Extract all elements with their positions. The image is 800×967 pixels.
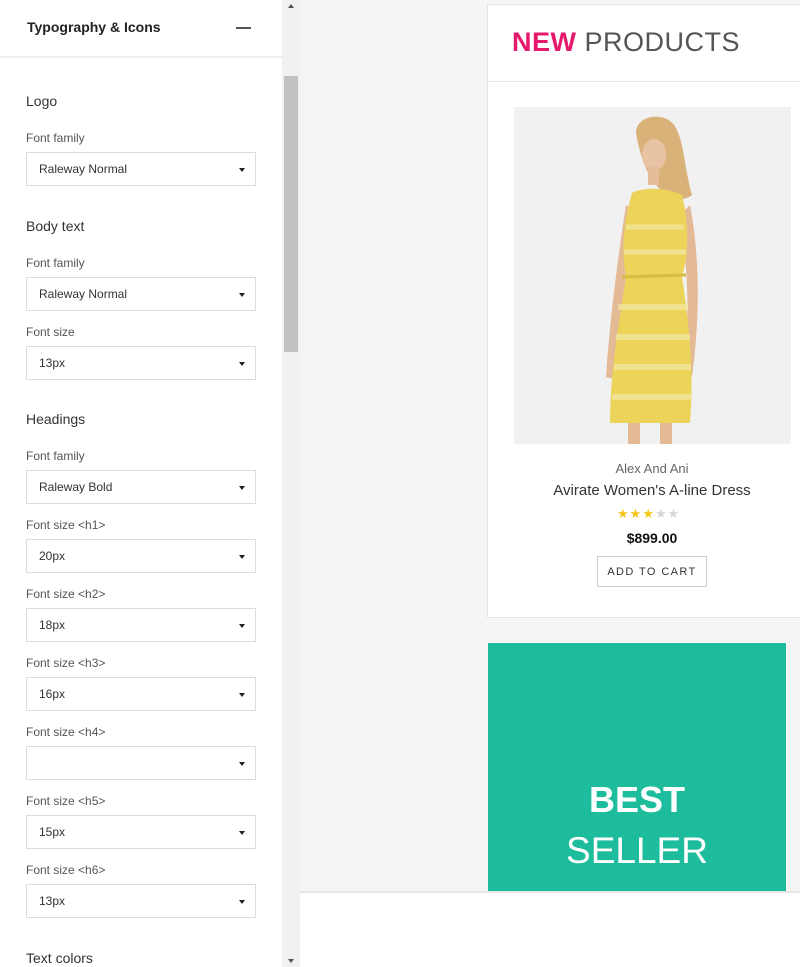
heading-accent: NEW (512, 27, 577, 57)
preview-footer-area (300, 891, 800, 967)
star-icon: ★ (617, 506, 630, 521)
chevron-down-icon (239, 293, 245, 297)
customizer-panel: Typography & Icons Logo Font family Rale… (0, 0, 282, 967)
panel-scrollbar[interactable] (282, 0, 300, 967)
panel-title: Typography & Icons (27, 19, 161, 35)
h6-font-size-label: Font size <h6> (26, 863, 106, 877)
section-heading: NEW PRODUCTS (512, 27, 740, 58)
h4-font-size-select[interactable] (26, 746, 256, 780)
star-icon: ★ (629, 506, 643, 521)
scrollbar-thumb[interactable] (284, 76, 298, 352)
star-icon: ★ (667, 506, 681, 521)
body-font-family-select[interactable]: Raleway Normal (26, 277, 256, 311)
chevron-down-icon (239, 486, 245, 490)
banner-line-2: SELLER (566, 830, 708, 871)
heading-rest: PRODUCTS (584, 27, 741, 57)
headings-font-family-select[interactable]: Raleway Bold (26, 470, 256, 504)
chevron-down-icon (239, 555, 245, 559)
chevron-down-icon (239, 900, 245, 904)
h3-font-size-label: Font size <h3> (26, 656, 106, 670)
product-card: Alex And Ani Avirate Women's A-line Dres… (487, 82, 800, 618)
select-value: 20px (39, 549, 66, 563)
chevron-down-icon (239, 168, 245, 172)
section-title-headings: Headings (26, 411, 86, 427)
product-brand[interactable]: Alex And Ani (488, 461, 800, 476)
section-title-text-colors: Text colors (26, 950, 93, 966)
section-title-body-text: Body text (26, 218, 85, 234)
panel-header[interactable]: Typography & Icons (0, 0, 282, 58)
select-value: Raleway Normal (39, 162, 128, 176)
scroll-down-arrow-icon[interactable] (288, 959, 294, 963)
star-icon: ★ (654, 506, 668, 521)
body-font-size-select[interactable]: 13px (26, 346, 256, 380)
rating-stars: ★★★★★ (617, 506, 680, 522)
star-icon: ★ (642, 506, 655, 521)
new-products-header: NEW PRODUCTS (487, 4, 800, 82)
minus-icon[interactable] (236, 27, 251, 29)
h2-font-size-label: Font size <h2> (26, 587, 106, 601)
dress-model-illustration (606, 116, 698, 444)
select-value: Raleway Normal (39, 287, 128, 301)
scroll-up-arrow-icon[interactable] (288, 4, 294, 8)
select-value: 15px (39, 825, 66, 839)
select-value: Raleway Bold (39, 480, 113, 494)
h5-font-size-label: Font size <h5> (26, 794, 106, 808)
product-price: $899.00 (626, 530, 678, 546)
chevron-down-icon (239, 762, 245, 766)
h5-font-size-select[interactable]: 15px (26, 815, 256, 849)
select-value: 16px (39, 687, 66, 701)
h6-font-size-select[interactable]: 13px (26, 884, 256, 918)
h3-font-size-select[interactable]: 16px (26, 677, 256, 711)
body-font-family-label: Font family (26, 256, 85, 270)
chevron-down-icon (239, 624, 245, 628)
h2-font-size-select[interactable]: 18px (26, 608, 256, 642)
select-value: 13px (39, 356, 66, 370)
select-value: 13px (39, 894, 66, 908)
logo-font-family-label: Font family (26, 131, 85, 145)
body-font-size-label: Font size (26, 325, 75, 339)
chevron-down-icon (239, 693, 245, 697)
add-to-cart-button[interactable]: ADD TO CART (597, 556, 707, 587)
product-image[interactable] (514, 107, 791, 444)
h4-font-size-label: Font size <h4> (26, 725, 106, 739)
banner-line-1: BEST (588, 779, 685, 820)
select-value: 18px (39, 618, 66, 632)
site-preview: NEW PRODUCTS Alex And Ani Avirate Women'… (300, 0, 800, 967)
section-title-logo: Logo (26, 93, 58, 109)
best-seller-banner[interactable]: BEST SELLER (488, 643, 786, 892)
h1-font-size-select[interactable]: 20px (26, 539, 256, 573)
headings-font-family-label: Font family (26, 449, 85, 463)
logo-font-family-select[interactable]: Raleway Normal (26, 152, 256, 186)
product-name[interactable]: Avirate Women's A-line Dress (488, 482, 800, 499)
chevron-down-icon (239, 362, 245, 366)
h1-font-size-label: Font size <h1> (26, 518, 106, 532)
chevron-down-icon (239, 831, 245, 835)
